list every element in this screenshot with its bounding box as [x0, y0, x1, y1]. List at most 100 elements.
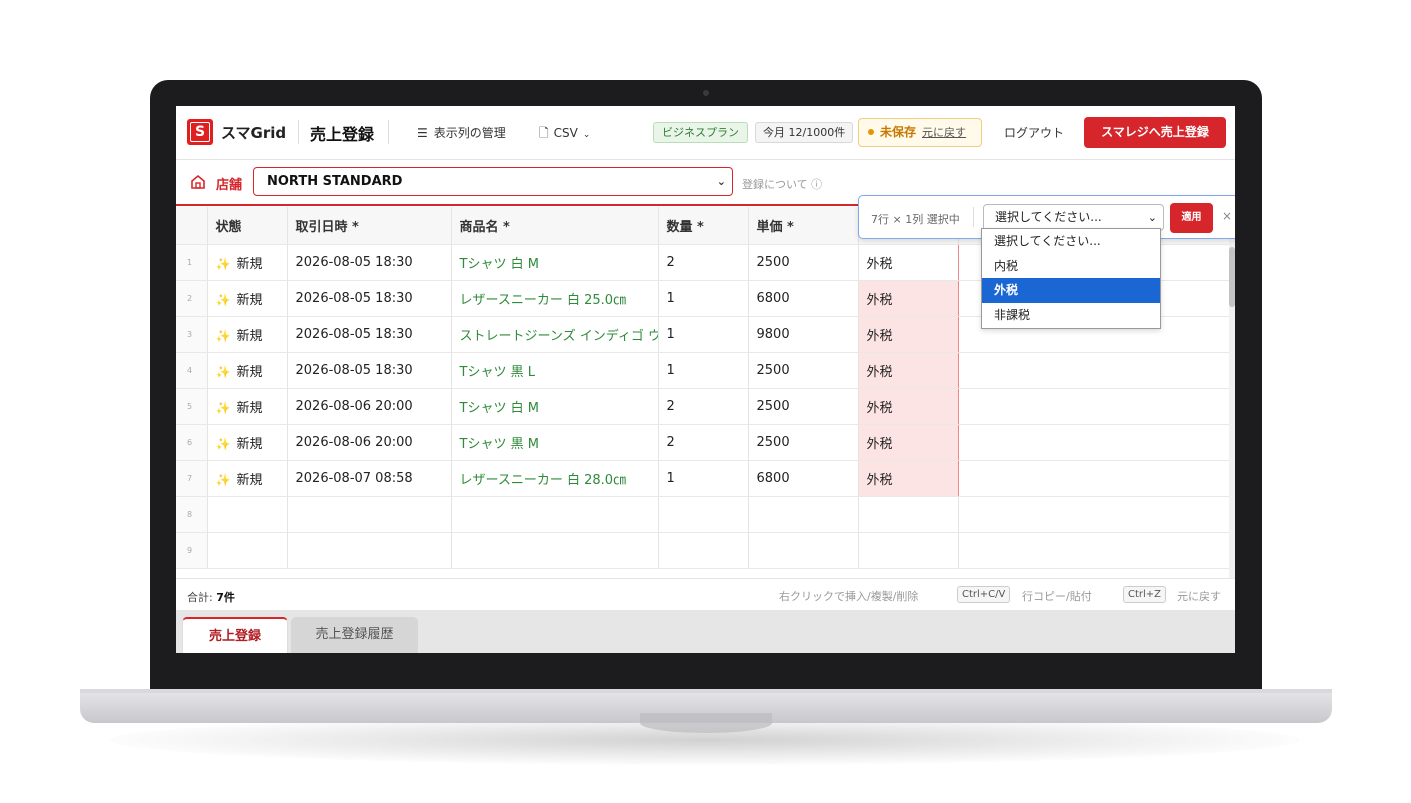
tax-cell[interactable]: 外税 [857, 352, 959, 389]
status-cell[interactable]: ✨ 新規 [207, 460, 288, 497]
home-icon [191, 174, 205, 189]
price-cell[interactable]: 2500 [748, 424, 859, 461]
price-cell[interactable]: 6800 [748, 460, 859, 497]
table-row-empty[interactable]: 9 [176, 532, 1229, 569]
status-cell[interactable]: ✨ 新規 [207, 352, 288, 389]
tax-cell[interactable]: 外税 [857, 460, 959, 497]
status-cell[interactable]: ✨ 新規 [207, 244, 288, 281]
tax-cell[interactable]: 外税 [857, 243, 959, 281]
datetime-cell[interactable]: 2026-08-06 20:00 [287, 388, 452, 425]
status-cell[interactable]: ✨ 新規 [207, 280, 288, 317]
price-cell[interactable]: 6800 [748, 280, 859, 317]
batch-value-select[interactable]: 選択してください... ⌄ [983, 204, 1164, 231]
close-icon[interactable]: × [1222, 209, 1232, 223]
product-cell[interactable]: ストレートジーンズ インディゴ ウ [451, 316, 659, 353]
qty-cell[interactable]: 2 [658, 244, 749, 281]
empty-cell[interactable] [958, 352, 1229, 389]
table-row[interactable]: 5 ✨ 新規 2026-08-06 20:00 Tシャツ 白 M 2 2500 外税 [176, 388, 1229, 425]
product-cell[interactable]: レザースニーカー 白 25.0㎝ [451, 280, 659, 317]
undo-link[interactable]: 元に戻す [922, 126, 966, 139]
hint-undo: 元に戻す [1177, 590, 1221, 603]
total-count: 合計: 7件 [187, 591, 235, 604]
product-cell[interactable]: Tシャツ 黒 L [451, 352, 659, 389]
webcam [703, 90, 709, 96]
tax-cell[interactable]: 外税 [857, 316, 959, 353]
store-label: 店舗 [216, 178, 243, 193]
list-icon: ☰ [417, 126, 428, 140]
empty-cell[interactable] [858, 496, 959, 533]
dropdown-option[interactable]: 非課税 [982, 303, 1160, 328]
datetime-cell[interactable]: 2026-08-06 20:00 [287, 424, 452, 461]
empty-cell[interactable] [958, 388, 1229, 425]
empty-cell[interactable] [658, 532, 749, 569]
column-header-price[interactable]: 単価 * [748, 207, 859, 245]
empty-cell[interactable] [958, 532, 1229, 569]
status-cell[interactable]: ✨ 新規 [207, 316, 288, 353]
about-registration-link[interactable]: 登録について ⓘ [742, 176, 822, 192]
table-row[interactable]: 7 ✨ 新規 2026-08-07 08:58 レザースニーカー 白 28.0㎝ 1 680… [176, 460, 1229, 497]
empty-cell[interactable] [748, 496, 859, 533]
empty-cell[interactable] [287, 532, 452, 569]
status-cell[interactable]: ✨ 新規 [207, 388, 288, 425]
submit-sales-button[interactable]: スマレジへ売上登録 [1084, 117, 1226, 148]
divider [973, 207, 974, 227]
scrollbar-thumb[interactable] [1229, 247, 1235, 307]
store-select[interactable]: NORTH STANDARD ⌄ [253, 167, 733, 196]
empty-cell[interactable] [451, 532, 659, 569]
empty-cell[interactable] [207, 496, 288, 533]
qty-cell[interactable]: 2 [658, 424, 749, 461]
dropdown-option[interactable]: 内税 [982, 254, 1160, 279]
qty-cell[interactable]: 1 [658, 460, 749, 497]
empty-cell[interactable] [748, 532, 859, 569]
datetime-cell[interactable]: 2026-08-05 18:30 [287, 244, 452, 281]
empty-cell[interactable] [658, 496, 749, 533]
column-header-qty[interactable]: 数量 * [658, 207, 749, 245]
tab-sales-entry[interactable]: 売上登録 [182, 617, 288, 653]
price-cell[interactable]: 2500 [748, 352, 859, 389]
dropdown-option-selected[interactable]: 外税 [982, 278, 1160, 303]
tax-cell[interactable]: 外税 [857, 280, 959, 317]
empty-cell[interactable] [287, 496, 452, 533]
qty-cell[interactable]: 2 [658, 388, 749, 425]
column-header-status[interactable]: 状態 [207, 207, 288, 245]
column-header-datetime[interactable]: 取引日時 * [287, 207, 452, 245]
qty-cell[interactable]: 1 [658, 352, 749, 389]
status-cell[interactable]: ✨ 新規 [207, 424, 288, 461]
manage-columns-menu[interactable]: ☰ 表示列の管理 [417, 124, 506, 141]
table-row[interactable]: 4 ✨ 新規 2026-08-05 18:30 Tシャツ 黒 L 1 2500 外税 [176, 352, 1229, 389]
tax-cell[interactable]: 外税 [857, 388, 959, 425]
tab-sales-history[interactable]: 売上登録履歴 [291, 617, 418, 653]
empty-cell[interactable] [451, 496, 659, 533]
product-cell[interactable]: Tシャツ 白 M [451, 388, 659, 425]
product-cell[interactable]: Tシャツ 白 M [451, 244, 659, 281]
sparkle-icon: ✨ [215, 364, 231, 379]
qty-cell[interactable]: 1 [658, 316, 749, 353]
empty-cell[interactable] [958, 424, 1229, 461]
tax-cell[interactable]: 外税 [857, 424, 959, 461]
datetime-cell[interactable]: 2026-08-05 18:30 [287, 352, 452, 389]
datetime-cell[interactable]: 2026-08-05 18:30 [287, 316, 452, 353]
product-cell[interactable]: Tシャツ 黒 M [451, 424, 659, 461]
grid-footer: 合計: 7件 右クリックで挿入/複製/削除 Ctrl+C/V 行コピー/貼付 C… [176, 578, 1235, 610]
logout-button[interactable]: ログアウト [1004, 124, 1064, 141]
unsaved-status: 未保存 [880, 125, 917, 139]
price-cell[interactable]: 2500 [748, 388, 859, 425]
apply-button[interactable]: 適用 [1170, 203, 1213, 233]
price-cell[interactable]: 2500 [748, 244, 859, 281]
datetime-cell[interactable]: 2026-08-07 08:58 [287, 460, 452, 497]
batch-select-dropdown: 選択してください... 内税 外税 非課税 [981, 228, 1161, 329]
row-number: 5 [176, 388, 208, 425]
price-cell[interactable]: 9800 [748, 316, 859, 353]
empty-cell[interactable] [858, 532, 959, 569]
qty-cell[interactable]: 1 [658, 280, 749, 317]
dropdown-option[interactable]: 選択してください... [982, 229, 1160, 254]
table-row[interactable]: 6 ✨ 新規 2026-08-06 20:00 Tシャツ 黒 M 2 2500 外税 [176, 424, 1229, 461]
empty-cell[interactable] [958, 460, 1229, 497]
csv-menu[interactable]: 🗋 CSV ⌄ [539, 124, 590, 145]
column-header-product[interactable]: 商品名 * [451, 207, 659, 245]
table-row-empty[interactable]: 8 [176, 496, 1229, 533]
datetime-cell[interactable]: 2026-08-05 18:30 [287, 280, 452, 317]
empty-cell[interactable] [207, 532, 288, 569]
empty-cell[interactable] [958, 496, 1229, 533]
product-cell[interactable]: レザースニーカー 白 28.0㎝ [451, 460, 659, 497]
